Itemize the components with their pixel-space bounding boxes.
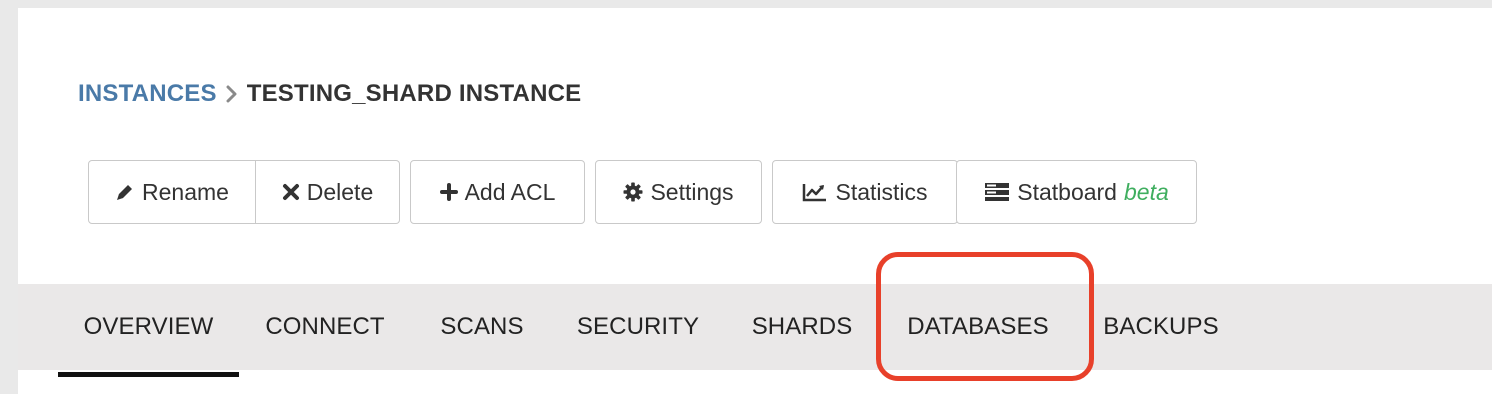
tab-label: CONNECT: [265, 313, 385, 340]
rename-label: Rename: [142, 178, 229, 205]
delete-button[interactable]: Delete: [256, 160, 400, 224]
instance-tabs: OVERVIEW CONNECT SCANS SECURITY SHARDS D…: [18, 284, 1492, 377]
tab-label: SECURITY: [576, 313, 700, 340]
page-background: INSTANCES TESTING_SHARD INSTANCE Rename …: [0, 0, 1492, 394]
instance-panel: INSTANCES TESTING_SHARD INSTANCE Rename …: [18, 8, 1492, 394]
line-chart-icon: [802, 182, 828, 202]
page-title: TESTING_SHARD INSTANCE: [246, 80, 582, 107]
rename-button[interactable]: Rename: [88, 160, 256, 224]
statistics-button[interactable]: Statistics: [772, 160, 958, 224]
tab-label: OVERVIEW: [83, 313, 214, 340]
beta-badge: beta: [1123, 178, 1169, 205]
tab-label: BACKUPS: [1103, 313, 1219, 340]
x-icon: [282, 183, 300, 201]
statboard-button[interactable]: Statboard beta: [956, 160, 1197, 224]
tab-shards[interactable]: SHARDS: [734, 284, 870, 370]
settings-label: Settings: [650, 178, 734, 205]
tab-label: DATABASES: [907, 313, 1049, 340]
plus-icon: [439, 183, 458, 201]
add-acl-button[interactable]: Add ACL: [410, 160, 585, 224]
tab-label: SHARDS: [751, 313, 853, 340]
pencil-icon: [115, 182, 135, 202]
breadcrumb-instances-link[interactable]: INSTANCES: [78, 80, 217, 108]
tab-backups[interactable]: BACKUPS: [1086, 284, 1236, 370]
tab-overview[interactable]: OVERVIEW: [58, 284, 239, 377]
delete-label: Delete: [306, 178, 374, 205]
server-icon: [984, 182, 1010, 202]
tab-security[interactable]: SECURITY: [563, 284, 713, 370]
settings-button[interactable]: Settings: [595, 160, 762, 224]
tab-label: SCANS: [440, 313, 524, 340]
tab-scans[interactable]: SCANS: [421, 284, 543, 370]
tab-connect[interactable]: CONNECT: [249, 284, 401, 370]
gear-icon: [623, 182, 643, 202]
add-acl-label: Add ACL: [464, 178, 556, 205]
tab-databases[interactable]: DATABASES: [890, 284, 1066, 370]
breadcrumb: INSTANCES TESTING_SHARD INSTANCE: [78, 74, 581, 114]
statistics-label: Statistics: [835, 178, 928, 205]
statboard-label: Statboard: [1017, 178, 1117, 205]
chevron-right-icon: [226, 85, 238, 103]
